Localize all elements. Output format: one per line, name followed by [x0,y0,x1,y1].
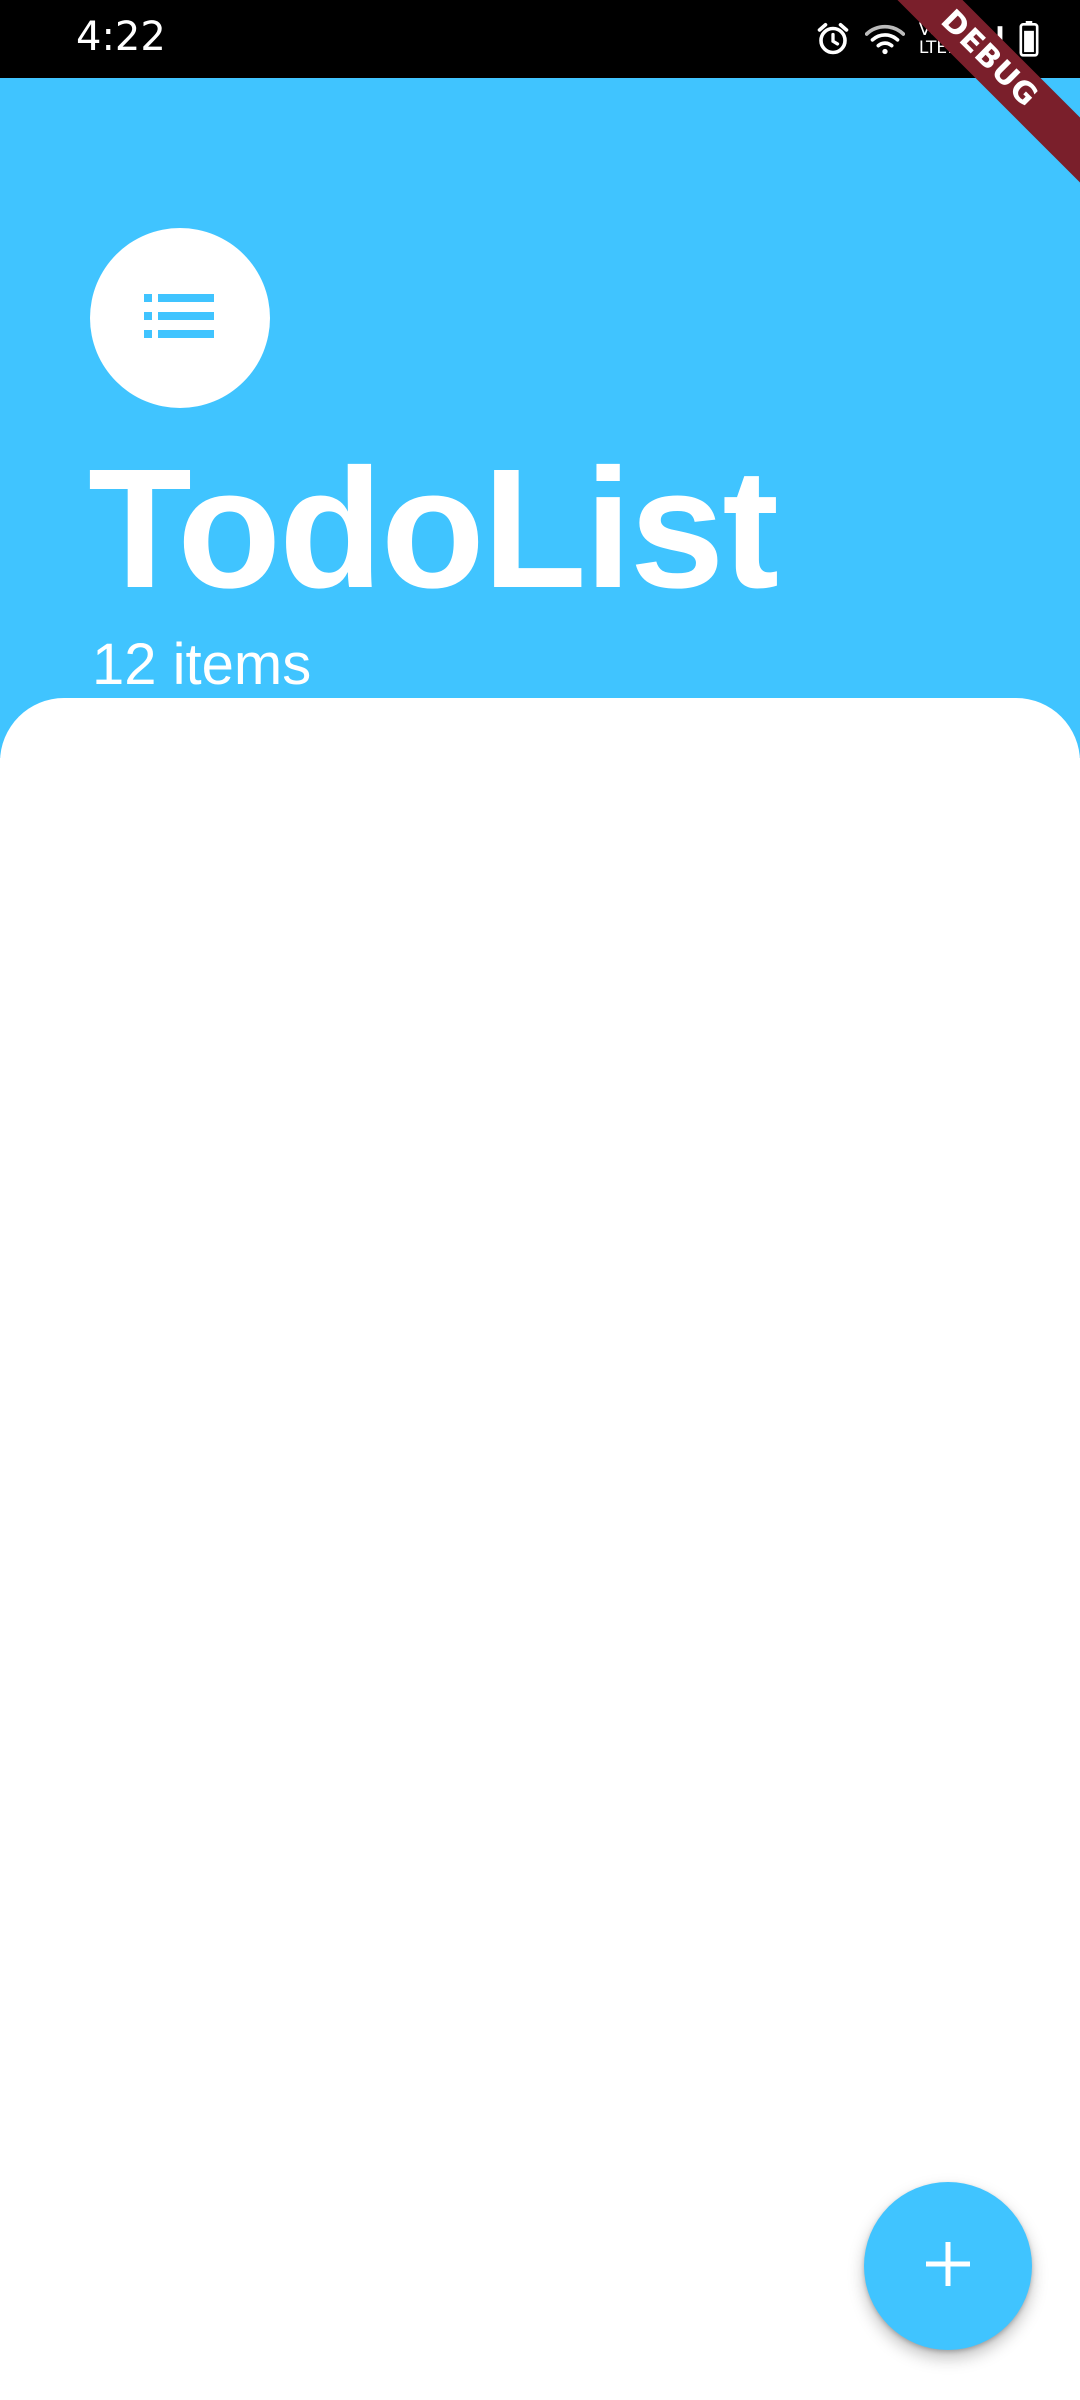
header: TodoList 12 items [0,78,1080,758]
item-count: 12 items [92,632,312,697]
battery-icon [1018,21,1040,57]
app-screen: 4:22 Vo)) LTE1 [0,0,1080,2400]
add-todo-button[interactable] [864,2182,1032,2350]
list-icon [144,292,216,345]
todo-list-container [0,698,1080,2400]
header-avatar [90,228,270,408]
page-title: TodoList [88,434,779,624]
alarm-icon [815,21,851,57]
status-time: 4:22 [76,14,166,60]
wifi-icon [864,22,905,56]
plus-icon [924,2240,972,2293]
